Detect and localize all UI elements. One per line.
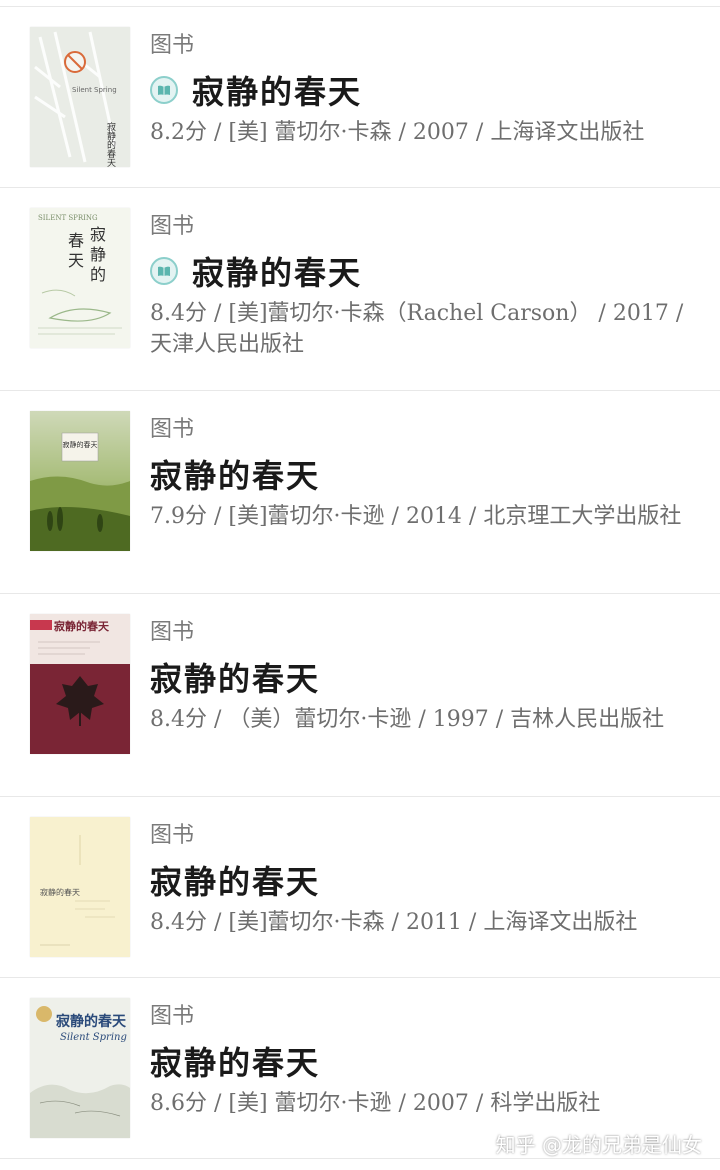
svg-text:寂: 寂 [90, 225, 106, 244]
category-label: 图书 [150, 1004, 195, 1029]
cover-title: 寂静的春天 [54, 619, 110, 633]
list-item[interactable]: Silent Spring 寂静的春天 图书 寂静的春天 8.2分 / [美] … [0, 7, 720, 188]
cover-title: 寂静的春天 [40, 887, 80, 897]
cover-title: 寂静的春天 [63, 440, 98, 449]
book-title[interactable]: 寂静的春天 [150, 1038, 320, 1084]
book-title[interactable]: 寂静的春天 [192, 248, 362, 294]
open-book-icon [150, 257, 178, 285]
open-book-icon [150, 76, 178, 104]
category-label: 图书 [150, 823, 195, 848]
svg-text:静: 静 [90, 245, 106, 264]
list-item[interactable]: 寂静的春天 图书 寂静的春天 8.4分 / [美]蕾切尔·卡森 / 2011 /… [0, 797, 720, 978]
book-title[interactable]: 寂静的春天 [192, 67, 362, 113]
book-cover[interactable]: 寂静的春天 [30, 614, 130, 754]
list-item[interactable]: 寂静的春天 图书 寂静的春天 7.9分 / [美]蕾切尔·卡逊 / 2014 /… [0, 391, 720, 594]
svg-text:天: 天 [68, 251, 84, 270]
book-cover[interactable]: 寂静的春天 [30, 817, 130, 957]
cover-subtitle: SILENT SPRING [38, 214, 98, 222]
book-meta: 7.9分 / [美]蕾切尔·卡逊 / 2014 / 北京理工大学出版社 [150, 504, 682, 529]
category-label: 图书 [150, 417, 195, 442]
book-cover[interactable]: 寂静的春天 [30, 411, 130, 551]
category-label: 图书 [150, 214, 195, 239]
cover-title: 寂静的春天 [56, 1013, 127, 1030]
book-title[interactable]: 寂静的春天 [150, 857, 320, 903]
category-label: 图书 [150, 33, 195, 58]
book-title[interactable]: 寂静的春天 [150, 451, 320, 497]
book-meta: 8.4分 / （美）蕾切尔·卡逊 / 1997 / 吉林人民出版社 [150, 707, 665, 732]
book-cover[interactable]: SILENT SPRING 寂 静 的 春 天 [30, 208, 130, 348]
svg-text:春: 春 [68, 231, 84, 250]
list-item[interactable]: SILENT SPRING 寂 静 的 春 天 图书 寂静的春天 8.4分 / … [0, 188, 720, 391]
cover-title: 寂静的春天 [105, 121, 116, 167]
watermark: 知乎 @龙的兄弟是仙女 [495, 1133, 702, 1157]
book-cover[interactable]: Silent Spring 寂静的春天 [30, 27, 130, 167]
category-label: 图书 [150, 620, 195, 645]
book-meta: 8.4分 / [美]蕾切尔·卡森 / 2011 / 上海译文出版社 [150, 910, 638, 935]
cover-subtitle: Silent Spring [60, 1032, 127, 1043]
book-meta: 8.2分 / [美] 蕾切尔·卡森 / 2007 / 上海译文出版社 [150, 120, 645, 145]
book-meta: 8.6分 / [美] 蕾切尔·卡逊 / 2007 / 科学出版社 [150, 1091, 601, 1116]
book-cover[interactable]: 寂静的春天 Silent Spring [30, 998, 130, 1138]
cover-subtitle: Silent Spring [72, 86, 117, 94]
list-item[interactable]: 寂静的春天 图书 寂静的春天 8.4分 / （美）蕾切尔·卡逊 / 1997 /… [0, 594, 720, 797]
book-title[interactable]: 寂静的春天 [150, 654, 320, 700]
book-meta: 8.4分 / [美]蕾切尔·卡森（Rachel Carson） / 2017 /… [150, 301, 684, 357]
svg-text:的: 的 [90, 265, 106, 284]
